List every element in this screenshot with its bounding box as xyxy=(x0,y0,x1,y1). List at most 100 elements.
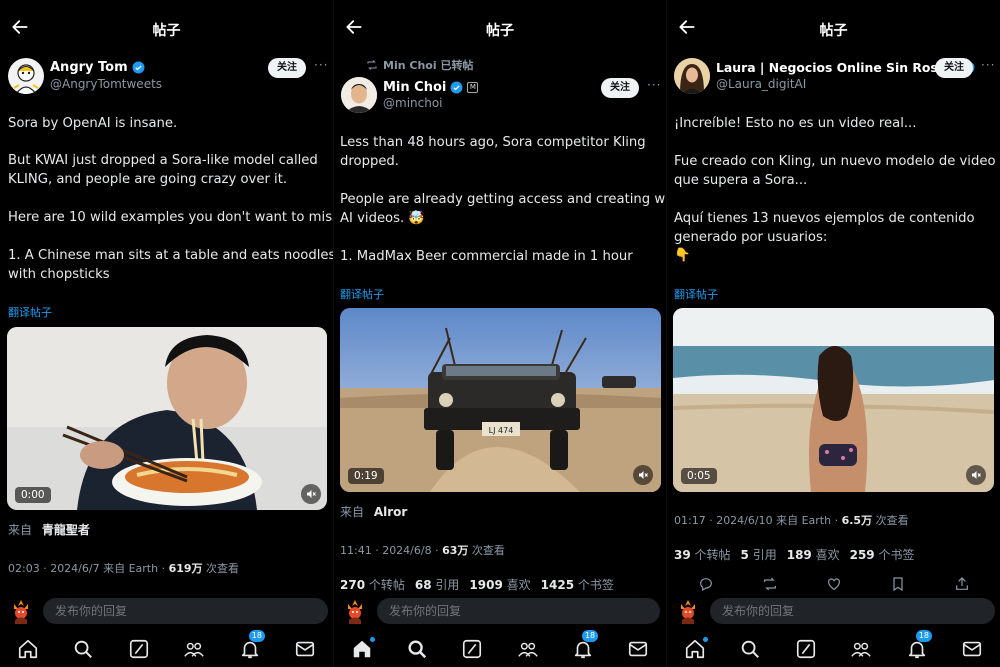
page-title: 帖子 xyxy=(152,23,181,39)
communities-icon[interactable] xyxy=(183,638,205,660)
grok-icon[interactable] xyxy=(795,638,817,660)
follow-button[interactable]: 关注 xyxy=(268,58,306,78)
translate-link[interactable]: 翻译帖子 xyxy=(340,286,384,302)
post-line: KLING, and people are going crazy over i… xyxy=(8,172,288,187)
post-line: People are already getting access and cr… xyxy=(340,192,666,207)
reply-input[interactable]: 发布你的回复 xyxy=(377,598,660,624)
video-time: 0:19 xyxy=(348,468,384,484)
author-name[interactable]: Laura | Negocios Online Sin Rost... xyxy=(716,60,958,75)
affiliate-badge-icon: M xyxy=(467,82,479,93)
stat-number: 39 xyxy=(674,548,691,562)
notifications-tab[interactable]: 18 xyxy=(239,629,265,660)
source-name[interactable]: Alror xyxy=(374,505,407,519)
avatar[interactable] xyxy=(674,58,710,94)
stat-reposts[interactable]: 270 个转帖 xyxy=(340,576,405,593)
stat-label: 喜欢 xyxy=(811,548,840,562)
more-icon[interactable]: ··· xyxy=(647,78,661,92)
search-icon[interactable] xyxy=(72,638,94,660)
communities-icon[interactable] xyxy=(517,638,539,660)
post-line: Less than 48 hours ago, Sora competitor … xyxy=(340,135,646,150)
video-time: 0:00 xyxy=(15,487,51,503)
reply-input[interactable]: 发布你的回复 xyxy=(710,598,995,624)
post-line: 👇 xyxy=(674,248,691,263)
author-row: Angry Tom xyxy=(50,60,145,75)
stat-label: 个转帖 xyxy=(690,548,731,562)
like-icon[interactable] xyxy=(826,576,842,592)
stat-reposts[interactable]: 39 个转帖 xyxy=(674,546,731,563)
source-name[interactable]: 青龍聖者 xyxy=(42,523,90,537)
follow-button[interactable]: 关注 xyxy=(601,78,639,98)
search-icon[interactable] xyxy=(739,638,761,660)
stat-label: 引用 xyxy=(748,548,777,562)
search-icon[interactable] xyxy=(406,638,428,660)
post-line: Sora by OpenAI is insane. xyxy=(8,116,178,131)
source-prefix: 来自 xyxy=(340,505,365,519)
reply-bar: 发布你的回复 xyxy=(342,598,660,624)
mute-icon[interactable] xyxy=(301,484,321,504)
repost-by: Min Choi 已转帖 xyxy=(383,59,474,72)
follow-button[interactable]: 关注 xyxy=(935,58,973,78)
post-line: Aquí tienes 13 nuevos ejemplos de conten… xyxy=(674,211,975,226)
avatar[interactable] xyxy=(341,77,377,113)
author-name[interactable]: Angry Tom xyxy=(50,60,128,75)
share-icon[interactable] xyxy=(954,576,970,592)
messages-icon[interactable] xyxy=(627,638,649,660)
translate-link[interactable]: 翻译帖子 xyxy=(8,304,52,320)
stat-label: 喜欢 xyxy=(502,578,531,592)
header: 帖子 xyxy=(334,0,666,56)
author-name[interactable]: Min Choi xyxy=(383,80,446,95)
video-player[interactable]: LJ 474 0:19 xyxy=(340,308,661,492)
new-content-dot xyxy=(702,636,708,642)
grok-icon[interactable] xyxy=(128,638,150,660)
stat-likes[interactable]: 1909 喜欢 xyxy=(469,576,530,593)
notifications-tab[interactable]: 18 xyxy=(906,629,932,660)
more-icon[interactable]: ··· xyxy=(981,58,995,72)
mute-icon[interactable] xyxy=(966,465,986,485)
avatar[interactable] xyxy=(8,58,44,94)
translate-link[interactable]: 翻译帖子 xyxy=(674,286,718,302)
video-player[interactable]: 0:00 xyxy=(7,327,327,510)
author-handle[interactable]: @Laura_digitAI xyxy=(716,77,806,91)
post-meta: 11:41 · 2024/6/8 · 63万 次查看 xyxy=(340,542,505,558)
home-tab[interactable] xyxy=(351,636,375,660)
communities-icon[interactable] xyxy=(850,638,872,660)
more-icon[interactable]: ··· xyxy=(314,58,328,72)
stat-number: 270 xyxy=(340,578,366,592)
grok-icon[interactable] xyxy=(461,638,483,660)
stat-label: 个书签 xyxy=(574,578,614,592)
repost-indicator[interactable]: Min Choi 已转帖 xyxy=(366,57,473,73)
stat-number: 259 xyxy=(849,548,875,562)
video-player[interactable]: 0:05 xyxy=(673,308,994,492)
stat-number: 189 xyxy=(786,548,812,562)
stat-bookmarks[interactable]: 259 个书签 xyxy=(850,546,915,563)
reply-avatar xyxy=(348,600,362,624)
notification-count-badge: 18 xyxy=(248,629,265,642)
home-tab[interactable] xyxy=(684,636,708,660)
author-row: Min Choi M xyxy=(383,80,479,95)
mute-icon[interactable] xyxy=(633,465,653,485)
messages-icon[interactable] xyxy=(961,638,983,660)
home-icon[interactable] xyxy=(17,638,39,660)
reply-avatar xyxy=(14,600,28,624)
notification-count-badge: 18 xyxy=(581,629,599,642)
meta-time: 02:03 · 2024/6/7 来自 Earth · xyxy=(8,562,169,575)
bookmark-icon[interactable] xyxy=(890,576,906,592)
reply-input[interactable]: 发布你的回复 xyxy=(43,598,328,624)
reply-icon[interactable] xyxy=(698,576,714,592)
author-handle[interactable]: @minchoi xyxy=(383,96,443,110)
page-title: 帖子 xyxy=(486,23,514,39)
video-thumbnail: LJ 474 xyxy=(340,308,661,492)
stat-likes[interactable]: 189 喜欢 xyxy=(787,546,840,563)
stat-bookmarks[interactable]: 1425 个书签 xyxy=(541,576,614,593)
notifications-tab[interactable]: 18 xyxy=(572,629,599,660)
stat-quotes[interactable]: 5 引用 xyxy=(741,546,777,563)
post-panel-2: 帖子 Min Choi 已转帖 Min Choi M @minchoi 关注 ·… xyxy=(334,0,666,667)
messages-icon[interactable] xyxy=(294,638,316,660)
author-handle[interactable]: @AngryTomtweets xyxy=(50,77,162,91)
post-actions xyxy=(674,576,994,594)
verified-badge-icon xyxy=(132,61,145,74)
post-line: generado por usuarios: xyxy=(674,230,828,245)
repost-icon[interactable] xyxy=(762,576,778,592)
stat-quotes[interactable]: 68 引用 xyxy=(415,576,460,593)
post-line: But KWAI just dropped a Sora-like model … xyxy=(8,153,318,168)
